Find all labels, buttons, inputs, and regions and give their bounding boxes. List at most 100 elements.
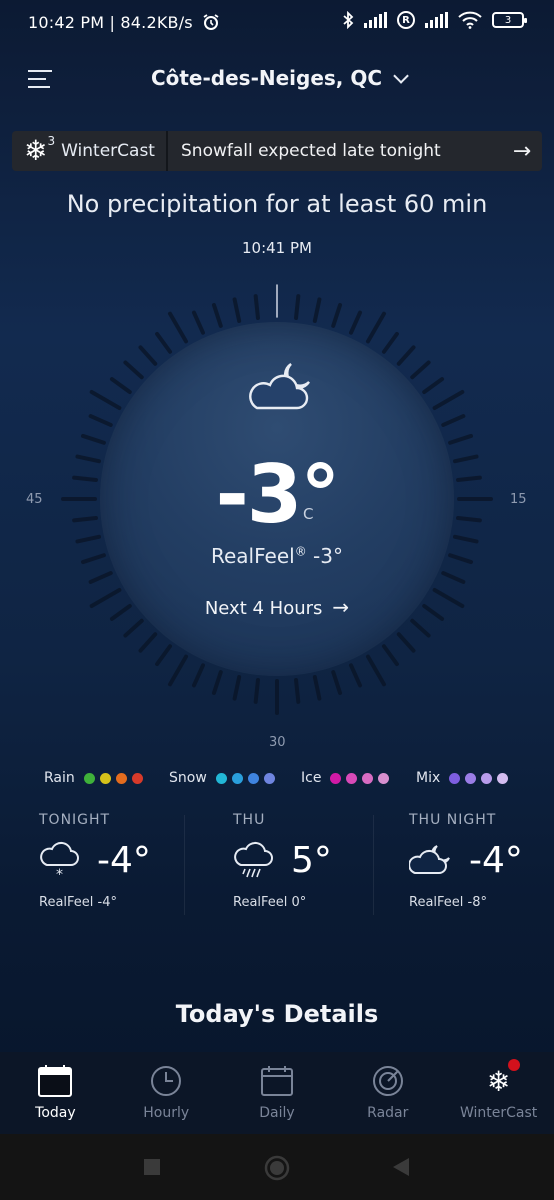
- forecast-realfeel: RealFeel -8°: [409, 895, 487, 910]
- wintercast-banner[interactable]: ❄ 3 WinterCast Snowfall expected late ton…: [12, 131, 542, 171]
- wintercast-brand: ❄ 3 WinterCast: [12, 131, 168, 171]
- forecast-period: THU NIGHT: [409, 812, 497, 828]
- dial-tick: [253, 294, 260, 320]
- status-bar: 10:42 PM | 84.2KB/s R 3: [0, 0, 554, 48]
- dial-tick: [168, 311, 188, 344]
- dial-tick: [441, 571, 466, 584]
- forecast-realfeel: RealFeel 0°: [233, 895, 307, 910]
- dial-tick: [232, 675, 242, 701]
- dial-tick: [88, 414, 113, 427]
- nav-radar[interactable]: Radar: [332, 1052, 443, 1134]
- nav-wintercast[interactable]: ❄ WinterCast: [443, 1052, 554, 1134]
- battery-icon: 3: [492, 12, 527, 28]
- legend-dot: [99, 772, 111, 784]
- nav-label: Today: [35, 1105, 76, 1121]
- signal-icon: [364, 12, 387, 28]
- legend-dot: [330, 772, 342, 784]
- banner-message: Snowfall expected late tonight: [181, 141, 441, 161]
- legend-ice: Ice: [301, 770, 390, 786]
- legend-rain: Rain: [44, 770, 143, 786]
- location-name: Côte-des-Neiges, QC: [150, 66, 383, 90]
- home-icon[interactable]: [264, 1155, 290, 1181]
- dial-tick: [138, 345, 158, 366]
- legend-mix: Mix: [416, 770, 509, 786]
- nav-today[interactable]: Today: [0, 1052, 111, 1134]
- forecast-thu-night[interactable]: THU NIGHT -4° RealFeel -8°: [409, 812, 549, 922]
- dial-tick: [232, 297, 242, 323]
- legend-dot: [247, 772, 259, 784]
- legend-dot: [346, 772, 358, 784]
- legend-label: Ice: [301, 770, 322, 786]
- legend-label: Snow: [169, 770, 207, 786]
- precip-legend: Rain Snow Ice Mix: [0, 770, 554, 790]
- system-nav-bar: [0, 1134, 554, 1200]
- dial-tick: [88, 571, 113, 584]
- battery-level: 3: [504, 14, 512, 26]
- cloud-snow-icon: *: [40, 841, 79, 881]
- arrow-right-icon: →: [332, 595, 350, 619]
- arrow-right-icon: →: [512, 138, 532, 164]
- legend-dot: [481, 772, 493, 784]
- back-icon[interactable]: [391, 1157, 411, 1177]
- dial-tick: [123, 618, 144, 638]
- forecast-temp: -4°: [469, 840, 523, 881]
- forecast-divider: [373, 815, 374, 915]
- wifi-icon: [458, 11, 482, 29]
- clock-time: 10:42 PM: [28, 13, 105, 32]
- dial-tick: [192, 310, 205, 335]
- dial-tick: [422, 377, 445, 395]
- wintercast-brand-label: WinterCast: [61, 141, 155, 161]
- location-selector[interactable]: Côte-des-Neiges, QC: [0, 66, 554, 90]
- dial-tick: [312, 297, 322, 323]
- status-icons: R 3: [342, 11, 527, 29]
- legend-label: Mix: [416, 770, 441, 786]
- legend-dot: [131, 772, 143, 784]
- dial-tick: [155, 331, 173, 354]
- forecast-thu[interactable]: THU 5° RealFeel 0°: [233, 812, 373, 922]
- status-time: 10:42 PM | 84.2KB/s: [28, 13, 220, 32]
- dial-tick: [381, 644, 399, 667]
- roaming-icon: R: [397, 11, 415, 29]
- forecast-temp: -4°: [97, 840, 151, 881]
- legend-dot: [497, 772, 509, 784]
- wintercast-superscript: 3: [47, 134, 56, 148]
- realfeel-label: RealFeel: [210, 544, 295, 568]
- dial-tick: [253, 678, 260, 704]
- signal-icon: [425, 12, 448, 28]
- dial-label-bottom: 30: [269, 735, 286, 750]
- temperature-unit: C: [303, 505, 314, 523]
- notification-badge: [507, 1059, 520, 1071]
- nav-daily[interactable]: Daily: [222, 1052, 333, 1134]
- legend-dot: [115, 772, 127, 784]
- forecast-tonight[interactable]: TONIGHT * -4° RealFeel -4°: [39, 812, 179, 922]
- dial-tick: [349, 310, 362, 335]
- cloud-moon-icon: [249, 362, 311, 410]
- dial-tick: [349, 663, 362, 688]
- dial-tick: [410, 618, 431, 638]
- next-hours-label: Next 4 Hours: [204, 598, 323, 619]
- todays-details-heading: Today's Details: [175, 1000, 379, 1028]
- svg-text:*: *: [56, 867, 63, 881]
- next-hours-link[interactable]: Next 4 Hours →: [0, 595, 554, 619]
- nav-hourly[interactable]: Hourly: [111, 1052, 222, 1134]
- dial-tick: [294, 678, 301, 704]
- alarm-icon: [203, 14, 219, 30]
- legend-dot: [83, 772, 95, 784]
- nav-label: WinterCast: [459, 1105, 538, 1121]
- nav-label: Radar: [367, 1105, 409, 1121]
- network-speed: 84.2KB/s: [120, 13, 193, 32]
- recents-icon[interactable]: [143, 1158, 161, 1176]
- chevron-down-icon: [393, 68, 409, 84]
- dial-tick: [294, 294, 301, 320]
- current-realfeel: RealFeel® -3°: [0, 544, 554, 568]
- dial-tick: [366, 311, 386, 344]
- dial-tick: [396, 632, 416, 653]
- cloud-rain-icon: [234, 841, 273, 877]
- dial-tick: [410, 360, 431, 380]
- dial-tick: [123, 360, 144, 380]
- nav-label: Hourly: [143, 1105, 190, 1121]
- dial-tick: [312, 675, 322, 701]
- dial-tick: [168, 654, 188, 687]
- dial-tick: [381, 331, 399, 354]
- dial-tick: [192, 663, 205, 688]
